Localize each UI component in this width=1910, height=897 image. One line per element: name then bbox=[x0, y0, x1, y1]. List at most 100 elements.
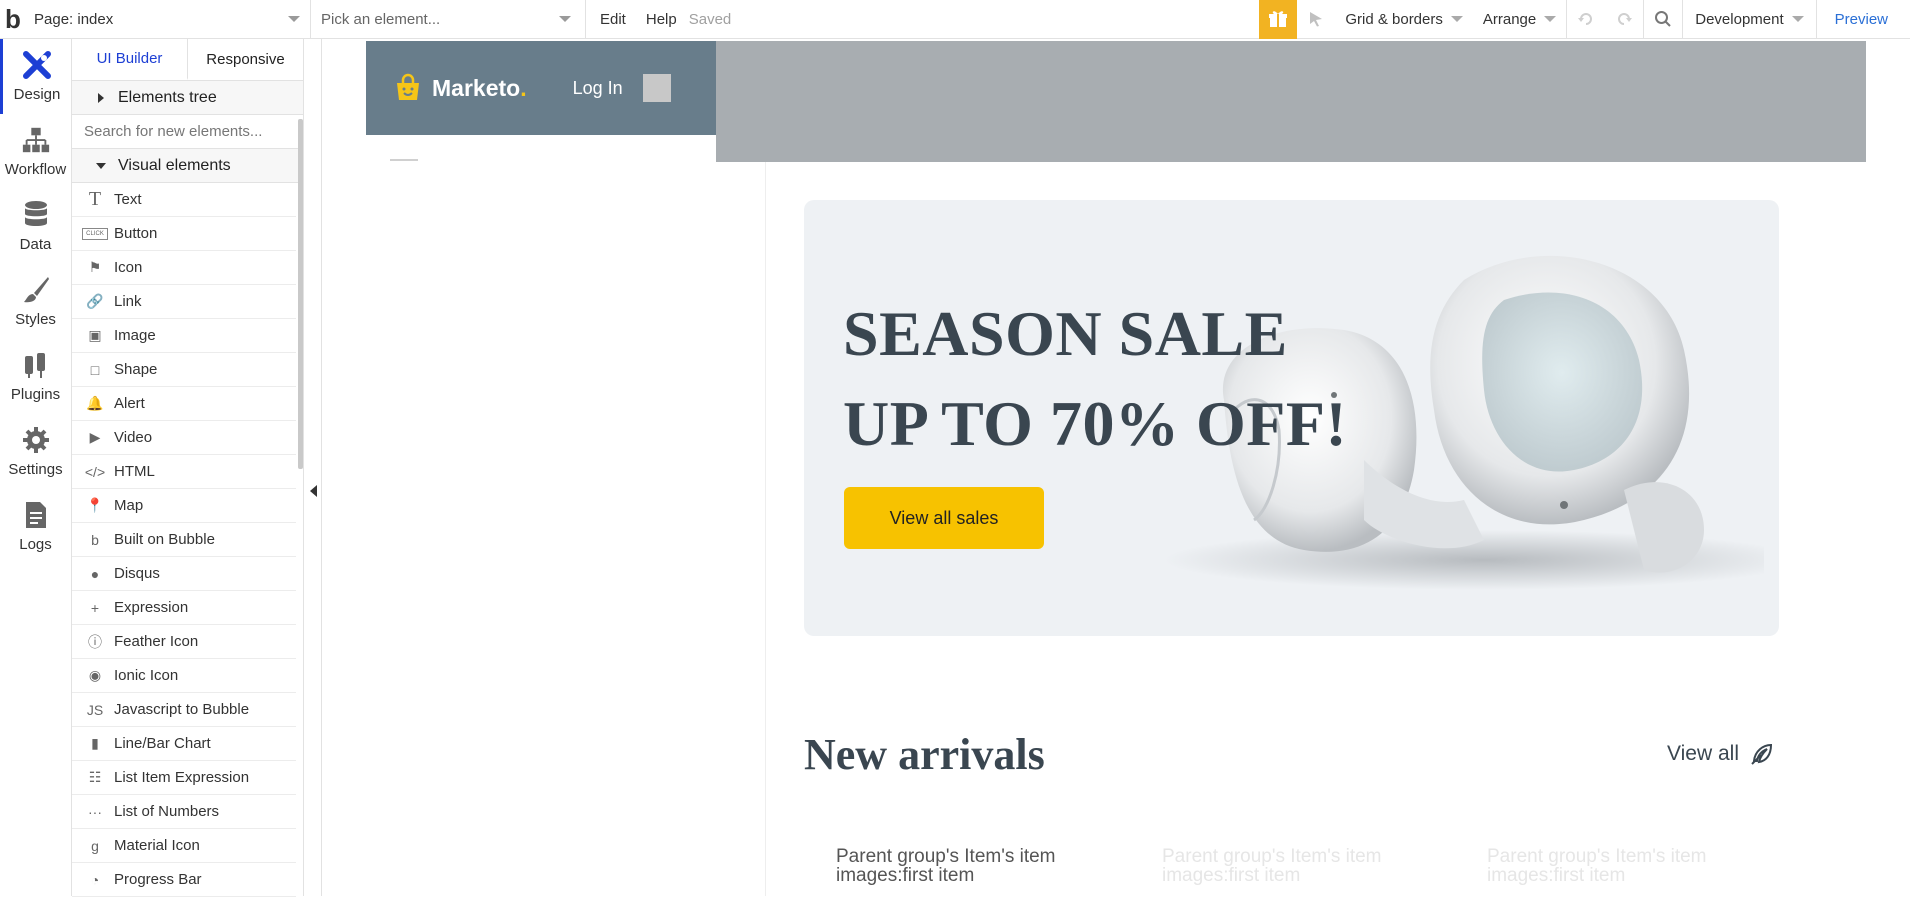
element-search-input[interactable]: Search for new elements... bbox=[72, 115, 303, 149]
element-item-alert[interactable]: 🔔 Alert bbox=[72, 387, 296, 421]
element-item-built-on-bubble[interactable]: b Built on Bubble bbox=[72, 523, 296, 557]
panel-scrollbar[interactable] bbox=[298, 119, 303, 469]
chevron-down-icon bbox=[1791, 16, 1804, 22]
menu-edit[interactable]: Edit bbox=[586, 0, 640, 39]
element-type-icon: ▮ bbox=[91, 735, 99, 751]
element-item-label: Built on Bubble bbox=[114, 531, 215, 548]
nav-styles-label: Styles bbox=[15, 311, 56, 328]
element-item-video[interactable]: ▶ Video bbox=[72, 421, 296, 455]
element-item-label: Ionic Icon bbox=[114, 667, 179, 684]
bubble-logo-icon[interactable]: b bbox=[0, 0, 26, 39]
element-item-image[interactable]: ▣ Image bbox=[72, 319, 296, 353]
search-icon[interactable] bbox=[1644, 0, 1682, 39]
elements-tree-toggle[interactable]: Elements tree bbox=[72, 81, 303, 115]
menu-help[interactable]: Help bbox=[640, 0, 683, 39]
element-item-label: List Item Expression bbox=[114, 769, 250, 786]
hero-banner[interactable]: SEASON SALE UP TO 70% OFF! View all sale… bbox=[804, 200, 1779, 636]
chevron-down-icon bbox=[559, 15, 571, 22]
element-item-shape[interactable]: □ Shape bbox=[72, 353, 296, 387]
visual-elements-toggle[interactable]: Visual elements bbox=[72, 149, 303, 183]
logs-icon bbox=[21, 500, 51, 530]
header-group-placeholder[interactable] bbox=[716, 41, 1866, 162]
cursor-select-icon[interactable] bbox=[1297, 0, 1335, 39]
element-item-line-bar-chart[interactable]: ▮ Line/Bar Chart bbox=[72, 727, 296, 761]
element-item-button[interactable]: CLICK Button bbox=[72, 217, 296, 251]
element-item-html[interactable]: </> HTML bbox=[72, 455, 296, 489]
environment-dropdown[interactable]: Development bbox=[1683, 0, 1815, 39]
element-item-label: Progress Bar bbox=[114, 871, 202, 888]
element-item-list-of-numbers[interactable]: ··· List of Numbers bbox=[72, 795, 296, 829]
element-item-javascript-to-bubble[interactable]: JS Javascript to Bubble bbox=[72, 693, 296, 727]
preview-button[interactable]: Preview bbox=[1817, 11, 1910, 28]
brand-name: Marketo bbox=[432, 74, 521, 101]
element-item-icon[interactable]: ⚑ Icon bbox=[72, 251, 296, 285]
element-type-icon: ◔ bbox=[90, 871, 100, 888]
nav-design-label: Design bbox=[13, 86, 61, 103]
element-item-label: Icon bbox=[114, 259, 143, 276]
element-type-icon: ⚑ bbox=[88, 259, 102, 275]
element-type-icon: ▣ bbox=[88, 327, 102, 343]
avatar-placeholder-image[interactable] bbox=[642, 74, 671, 102]
nav-plugins[interactable]: Plugins bbox=[0, 339, 71, 414]
element-type-icon: </> bbox=[84, 463, 106, 480]
feather-icon bbox=[1751, 743, 1772, 765]
nav-logs[interactable]: Logs bbox=[0, 489, 71, 564]
element-type-icon: ⓘ bbox=[88, 633, 102, 650]
element-type-icon: T bbox=[88, 188, 102, 210]
element-type-icon: g bbox=[91, 837, 99, 854]
product-item-text[interactable]: Parent group's Item's item images:first … bbox=[1487, 847, 1707, 885]
visual-elements-list: T Text CLICK Button ⚑ Icon 🔗 Link ▣ Image □ Shape 🔔 A… bbox=[72, 183, 303, 897]
brand-logo[interactable]: Marketo. bbox=[392, 72, 527, 104]
tab-ui-builder[interactable]: UI Builder bbox=[72, 39, 188, 80]
element-item-ionic-icon[interactable]: ◉ Ionic Icon bbox=[72, 659, 296, 693]
element-item-expression[interactable]: + Expression bbox=[72, 591, 296, 625]
nav-settings[interactable]: Settings bbox=[0, 414, 71, 489]
nav-data-label: Data bbox=[19, 236, 52, 253]
arrange-dropdown[interactable]: Arrange bbox=[1473, 0, 1566, 39]
element-item-disqus[interactable]: ● Disqus bbox=[72, 557, 296, 591]
element-item-label: Alert bbox=[114, 395, 145, 412]
element-type-icon: ◉ bbox=[88, 667, 102, 683]
hero-headline-line2: UP TO 70% OFF! bbox=[843, 388, 1348, 459]
view-all-sales-button[interactable]: View all sales bbox=[844, 487, 1044, 549]
tab-responsive[interactable]: Responsive bbox=[188, 39, 303, 80]
element-picker[interactable]: Pick an element... bbox=[311, 0, 586, 39]
element-item-list-item-expression[interactable]: ☷ List Item Expression bbox=[72, 761, 296, 795]
element-type-icon: ● bbox=[90, 565, 100, 582]
element-item-map[interactable]: 📍 Map bbox=[72, 489, 296, 523]
element-type-icon: ☷ bbox=[88, 769, 102, 785]
nav-design[interactable]: Design bbox=[0, 39, 71, 114]
gift-icon[interactable] bbox=[1259, 0, 1298, 39]
login-link[interactable]: Log In bbox=[573, 78, 623, 99]
caret-down-icon bbox=[96, 163, 106, 169]
product-item-text[interactable]: Parent group's Item's item images:first … bbox=[1162, 847, 1382, 885]
element-item-progress-bar[interactable]: ◔ Progress Bar bbox=[72, 863, 296, 897]
grid-borders-dropdown[interactable]: Grid & borders bbox=[1335, 0, 1473, 39]
divider bbox=[390, 159, 418, 161]
elements-tree-label: Elements tree bbox=[118, 88, 217, 106]
product-item-text[interactable]: Parent group's Item's item images:first … bbox=[836, 847, 1056, 885]
element-type-icon: b bbox=[91, 531, 99, 548]
undo-icon[interactable] bbox=[1567, 0, 1605, 39]
element-type-icon: 🔗 bbox=[86, 293, 104, 309]
nav-workflow-label: Workflow bbox=[4, 161, 67, 178]
nav-data[interactable]: Data bbox=[0, 189, 71, 264]
nav-logs-label: Logs bbox=[19, 536, 52, 553]
design-canvas[interactable]: Marketo. Log In SEASON SALE UP TO 70% OF… bbox=[322, 39, 1910, 896]
page-selector[interactable]: Page: index bbox=[26, 0, 311, 39]
element-item-material-icon[interactable]: g Material Icon bbox=[72, 829, 296, 863]
nav-styles[interactable]: Styles bbox=[0, 264, 71, 339]
redo-icon[interactable] bbox=[1605, 0, 1643, 39]
element-item-label: Text bbox=[114, 191, 142, 208]
element-item-link[interactable]: 🔗 Link bbox=[72, 285, 296, 319]
view-all-link[interactable]: View all bbox=[1667, 741, 1775, 767]
element-item-label: Video bbox=[114, 429, 153, 446]
collapse-arrow-icon bbox=[310, 485, 317, 497]
element-item-label: Material Icon bbox=[114, 837, 200, 854]
panel-collapse-handle[interactable] bbox=[304, 39, 322, 896]
element-item-feather-icon[interactable]: ⓘ Feather Icon bbox=[72, 625, 296, 659]
site-header[interactable]: Marketo. Log In bbox=[366, 41, 716, 135]
element-item-text[interactable]: T Text bbox=[72, 183, 296, 217]
element-item-label: Image bbox=[114, 327, 156, 344]
nav-workflow[interactable]: Workflow bbox=[0, 114, 71, 189]
